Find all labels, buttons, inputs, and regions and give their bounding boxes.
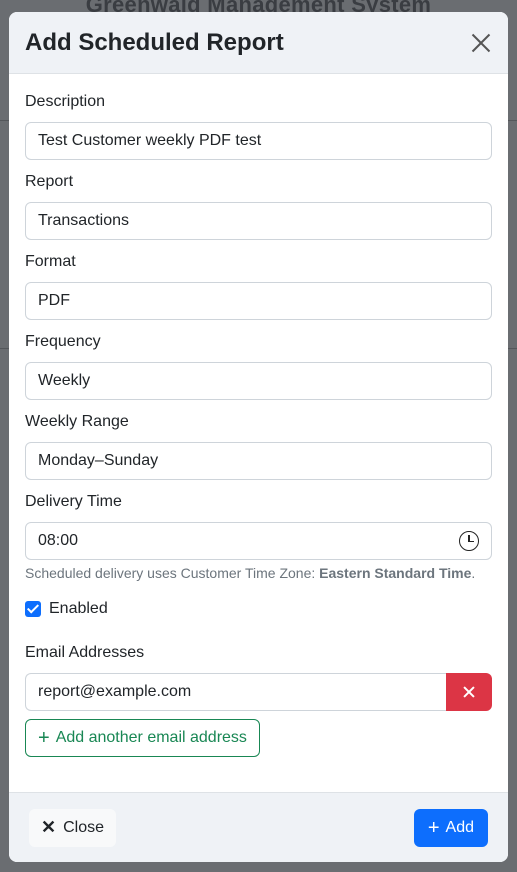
weekly-range-value: Monday–Sunday [38,452,159,469]
report-label: Report [25,173,74,190]
delivery-time-input[interactable]: 08:00 [25,522,492,560]
help-timezone: Eastern Standard Time [319,565,472,581]
weekly-range-group: Weekly Range Monday–Sunday [25,410,492,480]
scheduled-report-modal: Add Scheduled Report Description Test Cu… [9,12,508,862]
modal-body: Description Test Customer weekly PDF tes… [9,74,508,757]
help-prefix: Scheduled delivery uses Customer Time Zo… [25,565,320,581]
format-group: Format PDF [25,250,492,320]
format-select[interactable]: PDF [25,282,492,320]
frequency-select[interactable]: Weekly [25,362,492,400]
email-group: Email Addresses report@example.com + Add… [25,641,492,757]
delivery-time-label: Delivery Time [25,493,122,510]
format-value: PDF [38,292,70,309]
weekly-range-select[interactable]: Monday–Sunday [25,442,492,480]
frequency-value: Weekly [38,372,91,389]
email-row: report@example.com [25,673,492,711]
close-icon[interactable] [470,32,492,54]
add-email-label: Add another email address [55,729,247,746]
description-group: Description Test Customer weekly PDF tes… [25,90,492,160]
enabled-row: Enabled [25,597,492,621]
modal-footer: ✕ Close + Add [9,792,508,862]
plus-icon: + [427,816,440,839]
delivery-time-value: 08:00 [38,532,79,549]
description-input[interactable]: Test Customer weekly PDF test [25,122,492,160]
report-value: Transactions [38,212,129,229]
help-suffix: . [471,565,476,581]
add-button[interactable]: + Add [413,808,488,847]
modal-title: Add Scheduled Report [25,28,284,56]
timezone-help-text: Scheduled delivery uses Customer Time Zo… [25,562,492,585]
close-icon: ✕ [41,817,57,837]
email-label: Email Addresses [25,644,145,661]
format-label: Format [25,253,76,270]
add-email-button[interactable]: + Add another email address [25,719,260,757]
modal-header: Add Scheduled Report [9,12,508,74]
add-button-label: Add [445,818,474,836]
enabled-label[interactable]: Enabled [49,600,108,618]
close-button[interactable]: ✕ Close [29,808,116,847]
weekly-range-label: Weekly Range [25,413,129,430]
description-label: Description [25,93,106,110]
close-button-label: Close [63,818,104,836]
description-value: Test Customer weekly PDF test [38,132,262,149]
frequency-label: Frequency [25,333,101,350]
report-group: Report Transactions [25,170,492,240]
remove-email-button[interactable] [446,673,492,711]
clock-icon[interactable] [459,531,479,551]
delivery-time-group: Delivery Time 08:00 Scheduled delivery u… [25,490,492,585]
email-input[interactable]: report@example.com [25,673,446,711]
frequency-group: Frequency Weekly [25,330,492,400]
report-select[interactable]: Transactions [25,202,492,240]
enabled-checkbox[interactable] [25,601,41,617]
plus-icon: + [38,727,50,749]
